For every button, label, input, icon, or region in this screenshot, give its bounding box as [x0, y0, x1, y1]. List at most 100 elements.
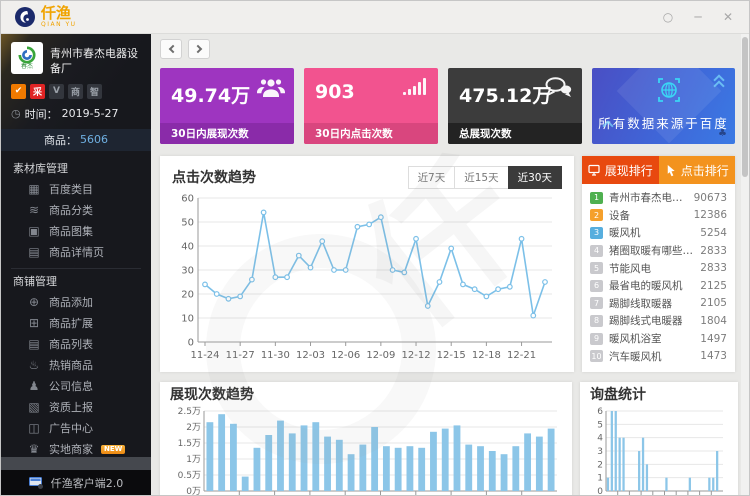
company-logo-label: 春杰	[20, 63, 33, 70]
svg-text:11-30: 11-30	[261, 350, 290, 361]
rank-row-5[interactable]: 5 节能风电 2833	[590, 259, 727, 277]
svg-text:0: 0	[188, 338, 194, 349]
grid-icon: ▦	[28, 182, 40, 197]
sidebar-item-label: 资质上报	[49, 401, 93, 415]
layers-icon: ≋	[28, 203, 40, 218]
stat-card-1: 49.74万 30日内展现次数	[160, 68, 294, 144]
rank-keyword: 暖风机浴室	[609, 333, 662, 346]
sidebar-item-热销商品[interactable]: ♨ 热销商品	[1, 355, 151, 376]
titlebar: 仟渔 QIAN YU ○ ─ ✕	[1, 1, 749, 34]
new-badge: NEW	[101, 444, 126, 454]
stat-card-2: 903 30日内点击次数	[304, 68, 438, 144]
range-tab-近7天[interactable]: 近7天	[407, 165, 456, 189]
rank-row-10[interactable]: 10 汽车暖风机 1473	[590, 347, 727, 365]
rank-row-8[interactable]: 8 踢脚线式电暖器 1804	[590, 312, 727, 330]
app-logo: 仟渔 QIAN YU	[1, 5, 77, 29]
screen-icon	[588, 164, 600, 176]
close-icon[interactable]: ✕	[721, 10, 735, 24]
sidebar-item-label: 商品列表	[49, 338, 93, 352]
click-trend-title: 点击次数趋势	[172, 170, 256, 186]
rank-row-9[interactable]: 9 暖风机浴室 1497	[590, 330, 727, 348]
svg-text:2万: 2万	[186, 423, 201, 433]
window-controls: ○ ─ ✕	[661, 10, 749, 24]
impression-bar-chart: 0万 0.5万 1万 1.5万 2万 2.5万	[178, 407, 557, 495]
menu-section-title: 素材库管理	[13, 161, 68, 175]
sidebar-item-商品列表[interactable]: ▤ 商品列表	[1, 334, 151, 355]
sidebar-item-广告中心[interactable]: ◫ 广告中心	[1, 418, 151, 439]
product-count-bar: 商品： 5606	[1, 128, 151, 151]
rank-row-2[interactable]: 2 设备 12386	[590, 207, 727, 225]
stat-card-label: 总展现次数	[448, 123, 582, 144]
sidebar-item-label: 商品添加	[49, 296, 93, 310]
svg-text:6: 6	[597, 407, 603, 417]
sidebar-item-label: 商品图集	[49, 225, 93, 239]
corner-glyph: ♣	[718, 128, 727, 139]
rank-row-6[interactable]: 6 最省电的暖风机 2125	[590, 277, 727, 295]
scrollbar-thumb[interactable]	[742, 37, 748, 177]
company-logo: 春杰	[11, 42, 43, 74]
sidebar-item-公司信息[interactable]: ♟ 公司信息	[1, 376, 151, 397]
target-globe-icon	[658, 78, 680, 102]
rank-row-7[interactable]: 7 踢脚线取暖器 2105	[590, 295, 727, 313]
sidebar-item-商品扩展[interactable]: ⊞ 商品扩展	[1, 313, 151, 334]
rank-tab-展现排行[interactable]: 展现排行	[582, 156, 659, 184]
rank-badge: 8	[590, 314, 603, 327]
click-trend-panel: 点击次数趋势 近7天 近15天 近30天 0 10 20 30 40 50 60 11-24 11-…	[160, 156, 574, 372]
sidebar-item-商品详情页[interactable]: ▤ 商品详情页	[1, 242, 151, 263]
sidebar-item-label: 实地商家	[49, 443, 93, 457]
rank-row-4[interactable]: 4 猪圈取暖有哪些设备 2833	[590, 242, 727, 260]
person-icon: ♟	[28, 379, 40, 394]
rank-value: 2833	[700, 244, 727, 257]
rank-tab-点击排行[interactable]: 点击排行	[658, 156, 735, 184]
bottom-charts-row: 展现次数趋势 0万 0.5万 1万 1.5万 2万 2.5万 询盘统计 0 1 2 3 4 5 6	[160, 382, 738, 496]
crown-icon: ♛	[28, 442, 40, 457]
impression-trend-panel: 展现次数趋势 0万 0.5万 1万 1.5万 2万 2.5万	[160, 382, 572, 495]
rank-row-1[interactable]: 1 青州市春杰电器设备厂90673	[590, 189, 727, 207]
rank-keyword: 设备	[609, 209, 630, 222]
zhi-badge: 智	[87, 83, 102, 99]
minimize-icon[interactable]: ─	[691, 10, 705, 24]
svg-text:20: 20	[181, 290, 194, 301]
range-tab-近15天[interactable]: 近15天	[454, 165, 509, 189]
sidebar-item-商品分类[interactable]: ≋ 商品分类	[1, 200, 151, 221]
charts-row: 点击次数趋势 近7天 近15天 近30天 0 10 20 30 40 50 60 11-24 11-…	[160, 156, 735, 372]
svg-text:0: 0	[597, 487, 603, 496]
rank-badge: 9	[590, 332, 603, 345]
power-icon[interactable]: ○	[661, 10, 675, 24]
company-logo-swirl-icon	[18, 46, 36, 64]
product-value: 5606	[80, 133, 108, 147]
rank-badge: 3	[590, 226, 603, 239]
cai-badge: 采	[30, 83, 45, 99]
forward-button[interactable]	[188, 39, 210, 59]
sidebar-item-资质上报[interactable]: ▧ 资质上报	[1, 397, 151, 418]
app-window: 仟渔 QIAN YU ○ ─ ✕ 春杰 青州市春杰电器设备厂 ✔ 采 V 商 智…	[0, 0, 750, 496]
svg-text:12-06: 12-06	[331, 350, 360, 361]
rank-row-3[interactable]: 3 暖风机 5254	[590, 224, 727, 242]
sidebar-item-partial[interactable]	[1, 457, 151, 470]
back-button[interactable]	[160, 39, 182, 59]
check-badge: ✔	[11, 83, 26, 99]
time-label: 时间：	[24, 107, 58, 121]
rank-badge: 4	[590, 244, 603, 257]
svg-text:11-27: 11-27	[226, 350, 255, 361]
list-icon: ▤	[28, 337, 40, 352]
svg-text:0.5万: 0.5万	[178, 471, 201, 481]
product-label: 商品：	[44, 133, 77, 147]
rank-badge: 2	[590, 209, 603, 222]
click-trend-line-chart: 0 10 20 30 40 50 60 11-24 11-27 11-30 12-03 12-06 12…	[181, 194, 552, 361]
rank-value: 1473	[700, 350, 727, 363]
sidebar-item-商品图集[interactable]: ▣ 商品图集	[1, 221, 151, 242]
range-tab-近30天[interactable]: 近30天	[507, 165, 562, 189]
svg-text:12-09: 12-09	[366, 350, 395, 361]
app-logo-subtext: QIAN YU	[41, 21, 77, 28]
scrollbar[interactable]	[741, 34, 749, 495]
app-logo-text: 仟渔	[41, 4, 72, 22]
sidebar-item-百度类目[interactable]: ▦ 百度类目	[1, 179, 151, 200]
rank-badge: 1	[590, 191, 603, 204]
rank-value: 90673	[693, 191, 727, 204]
svg-text:5: 5	[597, 420, 603, 430]
svg-text:2.5万: 2.5万	[178, 407, 201, 417]
sidebar-item-商品添加[interactable]: ⊕ 商品添加	[1, 292, 151, 313]
impression-trend-title: 展现次数趋势	[170, 387, 254, 403]
time-value: 2019-5-27	[61, 107, 119, 121]
